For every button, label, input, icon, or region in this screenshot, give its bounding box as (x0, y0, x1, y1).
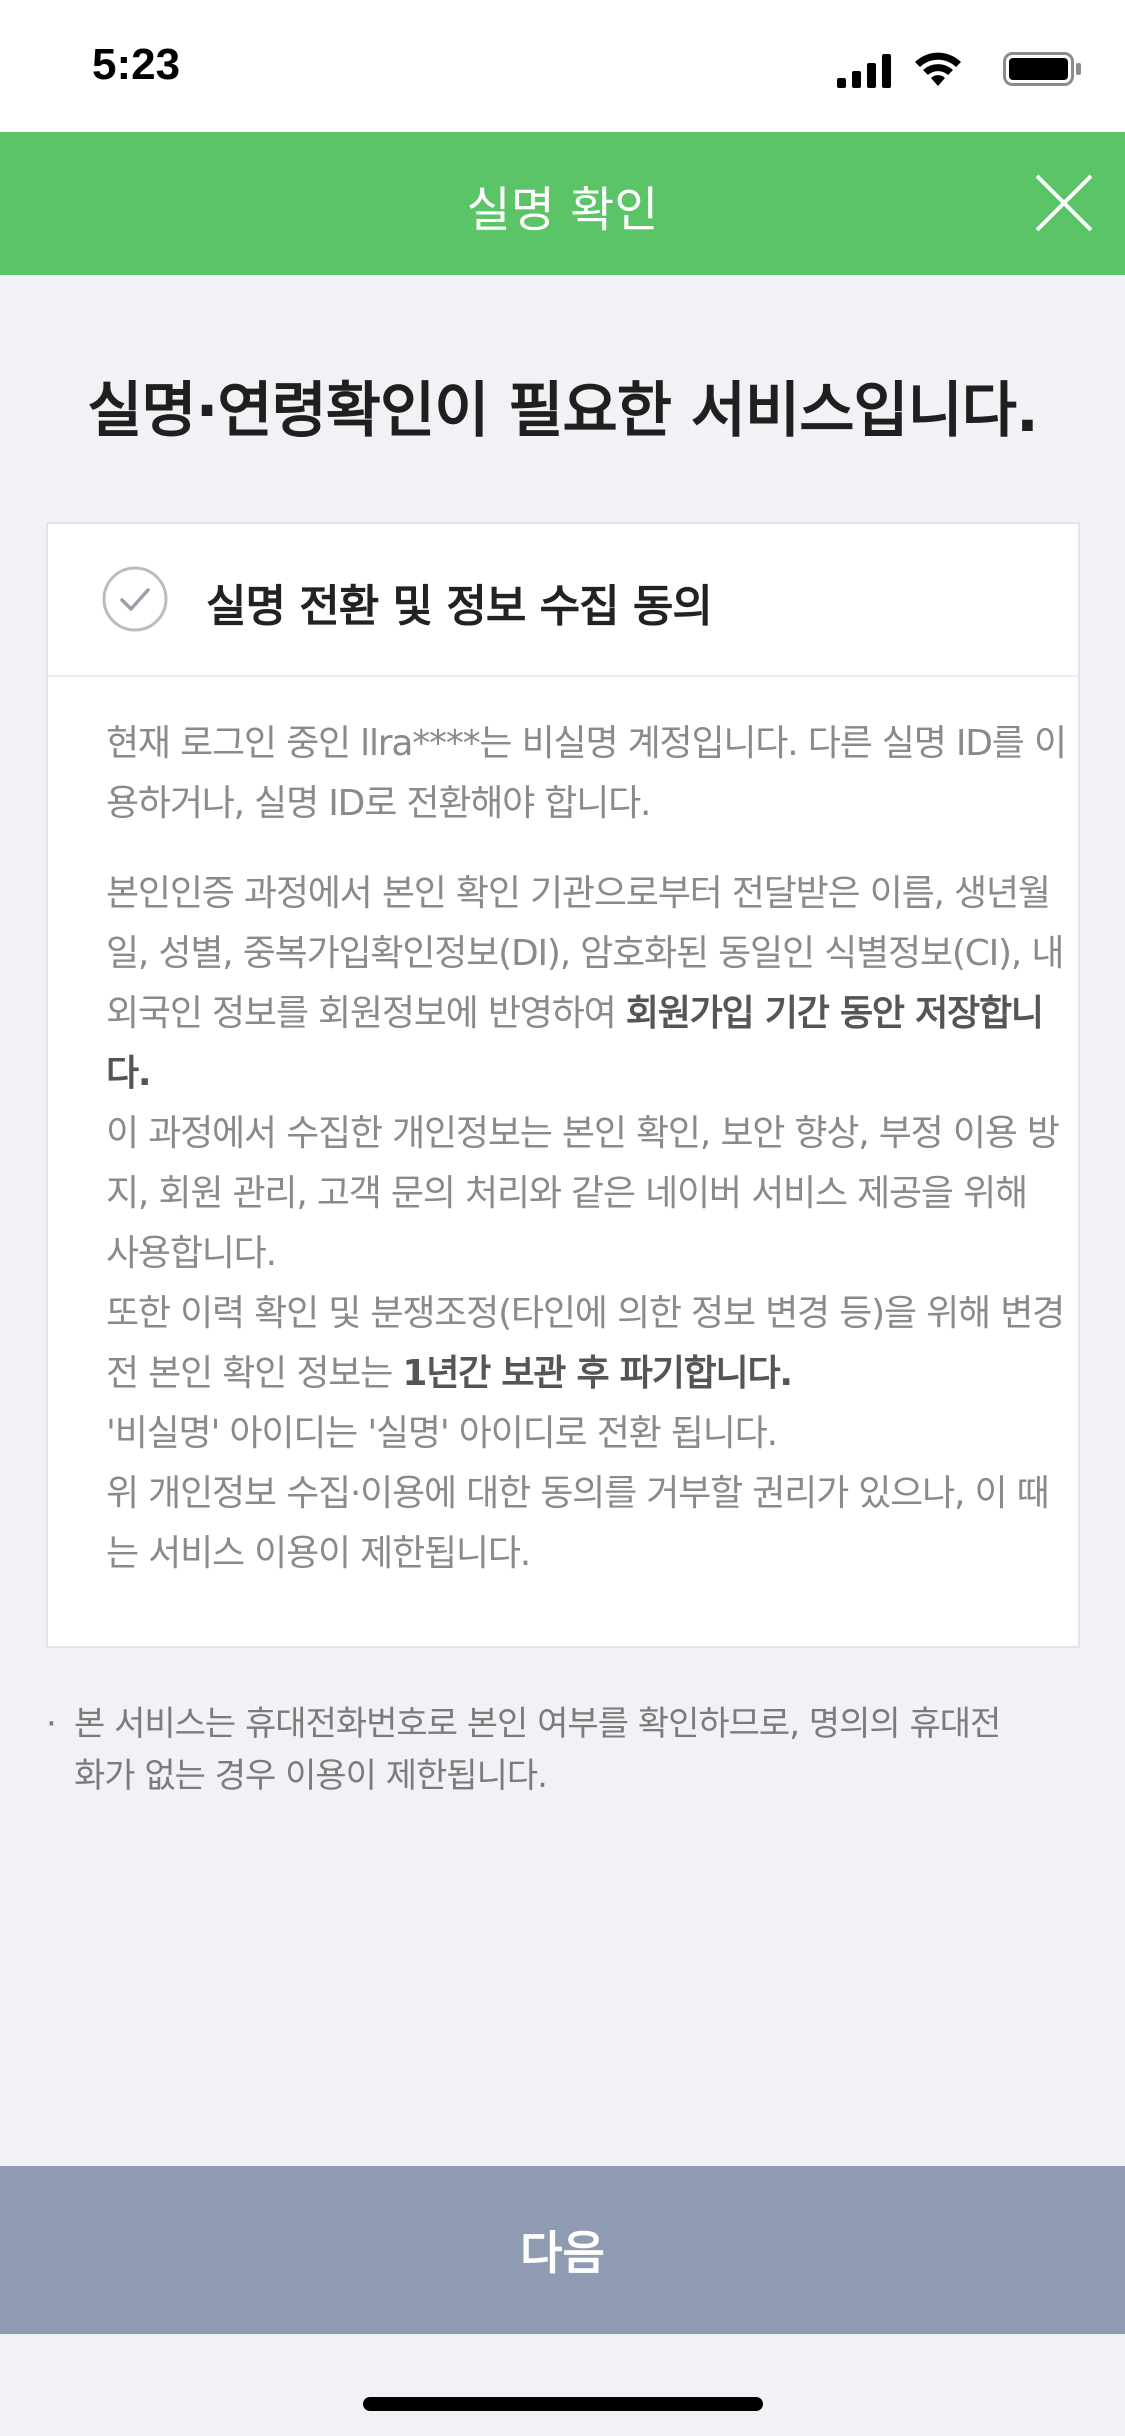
signal-icon (837, 54, 891, 88)
check-circle-icon[interactable] (102, 566, 168, 632)
consent-paragraph: 이 과정에서 수집한 개인정보는 본인 확인, 보안 향상, 부정 이용 방지,… (106, 1113, 1060, 1274)
consent-paragraph: 위 개인정보 수집·이용에 대한 동의를 거부할 권리가 있으나, 이 때는 서… (106, 1473, 1050, 1574)
consent-paragraph: 본인인증 과정에서 본인 확인 기관으로부터 전달받은 이름, 생년월일, 성별… (106, 864, 1066, 1104)
consent-card: 실명 전환 및 정보 수집 동의 현재 로그인 중인 llra****는 비실명… (46, 522, 1080, 1648)
notice-text: 본 서비스는 휴대전화번호로 본인 여부를 확인하므로, 명의의 휴대전화가 없… (74, 1704, 1001, 1796)
notice-bullet: · (46, 1704, 57, 1744)
page-heading: 실명·연령확인이 필요한 서비스입니다. (87, 376, 1039, 446)
consent-emphasis: 1년간 보관 후 파기합니다. (402, 1353, 793, 1394)
next-button[interactable]: 다음 (0, 2166, 1125, 2334)
status-time: 5:23 (92, 40, 181, 89)
wifi-icon (915, 52, 961, 86)
home-indicator (363, 2397, 763, 2411)
consent-paragraph: '비실명' 아이디는 '실명' 아이디로 전환 됩니다. (106, 1413, 778, 1454)
header-title: 실명 확인 (466, 182, 659, 238)
battery-icon (1003, 52, 1081, 86)
status-icons (783, 50, 1083, 90)
header-bar: 실명 확인 (0, 132, 1125, 275)
close-icon (1035, 174, 1093, 232)
close-button[interactable] (1031, 170, 1097, 236)
status-bar: 5:23 (0, 0, 1125, 132)
consent-checkbox-row[interactable]: 실명 전환 및 정보 수집 동의 (48, 524, 1078, 677)
consent-paragraph: 현재 로그인 중인 llra****는 비실명 계정입니다. 다른 실명 ID를… (106, 723, 1067, 824)
consent-label: 실명 전환 및 정보 수집 동의 (206, 581, 713, 632)
consent-body: 현재 로그인 중인 llra****는 비실명 계정입니다. 다른 실명 ID를… (106, 714, 1067, 1584)
consent-paragraph: 또한 이력 확인 및 분쟁조정(타인에 의한 정보 변경 등)을 위해 변경 전… (106, 1284, 1066, 1404)
